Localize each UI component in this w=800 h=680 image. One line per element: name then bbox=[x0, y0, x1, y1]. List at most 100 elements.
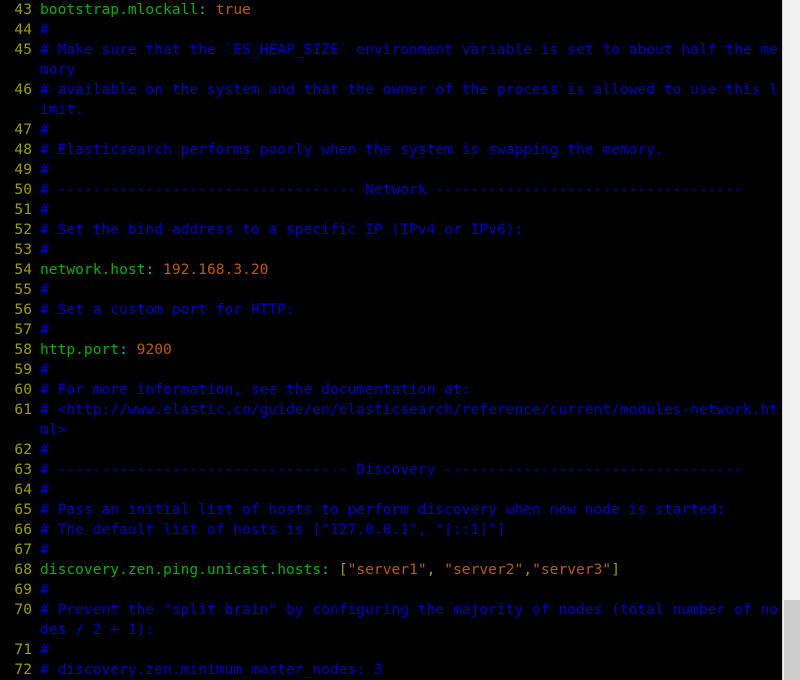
line-content[interactable]: # bbox=[32, 440, 782, 460]
line-content[interactable]: # bbox=[32, 360, 782, 380]
line-content[interactable]: # Prevent the "split brain" by configuri… bbox=[32, 600, 782, 640]
line-content[interactable]: # bbox=[32, 20, 782, 40]
line-number: 44 bbox=[14, 21, 32, 38]
code-line[interactable]: 70 # Prevent the "split brain" by configu… bbox=[0, 600, 782, 640]
line-number: 72 bbox=[14, 661, 32, 678]
code-line[interactable]: 46 # available on the system and that the… bbox=[0, 80, 782, 120]
line-number: 71 bbox=[14, 641, 32, 658]
line-content[interactable]: # ---------------------------------- Net… bbox=[32, 180, 782, 200]
line-number: 54 bbox=[14, 261, 32, 278]
code-token: : bbox=[198, 1, 207, 18]
line-number: 58 bbox=[14, 341, 32, 358]
line-content[interactable]: # available on the system and that the o… bbox=[32, 80, 782, 120]
line-content[interactable]: # Pass an initial list of hosts to perfo… bbox=[32, 500, 782, 520]
code-token: : bbox=[145, 261, 155, 278]
code-line[interactable]: 53 # bbox=[0, 240, 782, 260]
code-line[interactable]: 68 discovery.zen.ping.unicast.hosts: ["se… bbox=[0, 560, 782, 580]
line-content[interactable]: http.port: 9200 bbox=[32, 340, 782, 360]
code-token: # bbox=[40, 241, 49, 258]
line-content[interactable]: # bbox=[32, 200, 782, 220]
code-line[interactable]: 57 # bbox=[0, 320, 782, 340]
code-line[interactable]: 61 # <http://www.elastic.co/guide/en/elas… bbox=[0, 400, 782, 440]
code-area[interactable]: 43 bootstrap.mlockall: true 44 #45 # Make su… bbox=[0, 0, 782, 680]
code-token: 9200 bbox=[136, 341, 172, 358]
code-token: , bbox=[523, 561, 533, 578]
code-line[interactable]: 71 # bbox=[0, 640, 782, 660]
line-number: 68 bbox=[14, 561, 32, 578]
line-content[interactable]: # bbox=[32, 280, 782, 300]
line-content[interactable]: # bbox=[32, 640, 782, 660]
code-line[interactable]: 44 # bbox=[0, 20, 782, 40]
code-token: http.port bbox=[40, 341, 120, 358]
code-line[interactable]: 67 # bbox=[0, 540, 782, 560]
code-token: # available on the system and that the o… bbox=[40, 81, 779, 118]
line-content[interactable]: discovery.zen.ping.unicast.hosts: ["serv… bbox=[32, 560, 782, 580]
code-line[interactable]: 47 # bbox=[0, 120, 782, 140]
line-number: 69 bbox=[14, 581, 32, 598]
line-content[interactable]: # bbox=[32, 580, 782, 600]
line-content[interactable]: # discovery.zen.minimum_master_nodes: 3 bbox=[32, 660, 782, 680]
line-number: 62 bbox=[14, 441, 32, 458]
line-content[interactable]: # bbox=[32, 320, 782, 340]
line-number: 70 bbox=[14, 601, 32, 618]
line-content[interactable]: # bbox=[32, 160, 782, 180]
line-number: 48 bbox=[14, 141, 32, 158]
code-token: # Make sure that the `ES_HEAP_SIZE` envi… bbox=[40, 41, 779, 78]
code-line[interactable]: 55 # bbox=[0, 280, 782, 300]
code-line[interactable]: 52 # Set the bind address to a specific I… bbox=[0, 220, 782, 240]
code-line[interactable]: 43 bootstrap.mlockall: true bbox=[0, 0, 782, 20]
code-token: # ---------------------------------- Net… bbox=[40, 181, 743, 198]
scrollbar-thumb[interactable] bbox=[784, 600, 800, 680]
code-line[interactable]: 64 # bbox=[0, 480, 782, 500]
code-token: # Prevent the "split brain" by configuri… bbox=[40, 601, 779, 638]
code-token: # bbox=[40, 361, 49, 378]
code-line[interactable]: 45 # Make sure that the `ES_HEAP_SIZE` en… bbox=[0, 40, 782, 80]
code-line[interactable]: 63 # --------------------------------- Di… bbox=[0, 460, 782, 480]
code-token: # discovery.zen.minimum_master_nodes: 3 bbox=[40, 661, 383, 678]
line-number: 57 bbox=[14, 321, 32, 338]
code-token: ] bbox=[611, 561, 620, 578]
code-line[interactable]: 48 # Elasticsearch performs poorly when t… bbox=[0, 140, 782, 160]
line-content[interactable]: # The default list of hosts is ["127.0.0… bbox=[32, 520, 782, 540]
line-number: 46 bbox=[14, 81, 32, 98]
code-line[interactable]: 54 network.host: 192.168.3.20 bbox=[0, 260, 782, 280]
line-number: 61 bbox=[14, 401, 32, 418]
text-editor[interactable]: 43 bootstrap.mlockall: true 44 #45 # Make su… bbox=[0, 0, 800, 680]
code-line[interactable]: 58 http.port: 9200 bbox=[0, 340, 782, 360]
code-token: # Set a custom port for HTTP: bbox=[40, 301, 295, 318]
line-content[interactable]: # Make sure that the `ES_HEAP_SIZE` envi… bbox=[32, 40, 782, 80]
line-number: 47 bbox=[14, 121, 32, 138]
code-line[interactable]: 50 # ---------------------------------- N… bbox=[0, 180, 782, 200]
line-content[interactable]: bootstrap.mlockall: true bbox=[32, 0, 782, 20]
code-token: # bbox=[40, 21, 49, 38]
line-content[interactable]: # Set the bind address to a specific IP … bbox=[32, 220, 782, 240]
code-line[interactable]: 69 # bbox=[0, 580, 782, 600]
line-content[interactable]: # For more information, see the document… bbox=[32, 380, 782, 400]
line-content[interactable]: # bbox=[32, 480, 782, 500]
code-line[interactable]: 62 # bbox=[0, 440, 782, 460]
code-line[interactable]: 60 # For more information, see the docume… bbox=[0, 380, 782, 400]
line-number: 67 bbox=[14, 541, 32, 558]
code-line[interactable]: 51 # bbox=[0, 200, 782, 220]
line-content[interactable]: # --------------------------------- Disc… bbox=[32, 460, 782, 480]
vertical-scrollbar[interactable] bbox=[782, 0, 800, 680]
code-line[interactable]: 65 # Pass an initial list of hosts to per… bbox=[0, 500, 782, 520]
code-token: # The default list of hosts is ["127.0.0… bbox=[40, 521, 506, 538]
line-content[interactable]: # bbox=[32, 120, 782, 140]
line-content[interactable]: # Elasticsearch performs poorly when the… bbox=[32, 140, 782, 160]
line-number: 66 bbox=[14, 521, 32, 538]
line-content[interactable]: # <http://www.elastic.co/guide/en/elasti… bbox=[32, 400, 782, 440]
code-token: # bbox=[40, 641, 49, 658]
code-line[interactable]: 72 # discovery.zen.minimum_master_nodes: … bbox=[0, 660, 782, 680]
line-content[interactable]: # bbox=[32, 540, 782, 560]
line-content[interactable]: # Set a custom port for HTTP: bbox=[32, 300, 782, 320]
code-line[interactable]: 59 # bbox=[0, 360, 782, 380]
code-line[interactable]: 49 # bbox=[0, 160, 782, 180]
code-line[interactable]: 66 # The default list of hosts is ["127.0… bbox=[0, 520, 782, 540]
line-content[interactable]: network.host: 192.168.3.20 bbox=[32, 260, 782, 280]
line-content[interactable]: # bbox=[32, 240, 782, 260]
code-line[interactable]: 56 # Set a custom port for HTTP: bbox=[0, 300, 782, 320]
line-number: 52 bbox=[14, 221, 32, 238]
